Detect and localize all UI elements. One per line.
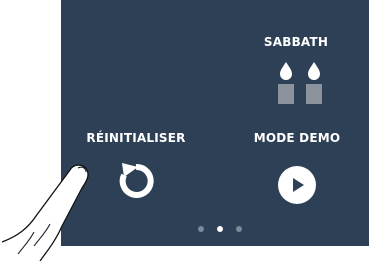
page-dot[interactable] xyxy=(198,226,204,232)
page-dot[interactable] xyxy=(236,226,242,232)
page-dot-active[interactable] xyxy=(217,226,223,232)
play-icon xyxy=(293,178,304,192)
reset-label: RÉINITIALISER xyxy=(86,131,186,145)
sabbath-candles-icon xyxy=(278,62,322,104)
demo-mode-label: MODE DEMO xyxy=(253,131,341,145)
sabbath-label: SABBATH xyxy=(263,35,329,49)
demo-play-button[interactable] xyxy=(278,166,316,204)
page-indicator xyxy=(198,226,246,234)
pointing-hand-icon xyxy=(1,164,89,261)
